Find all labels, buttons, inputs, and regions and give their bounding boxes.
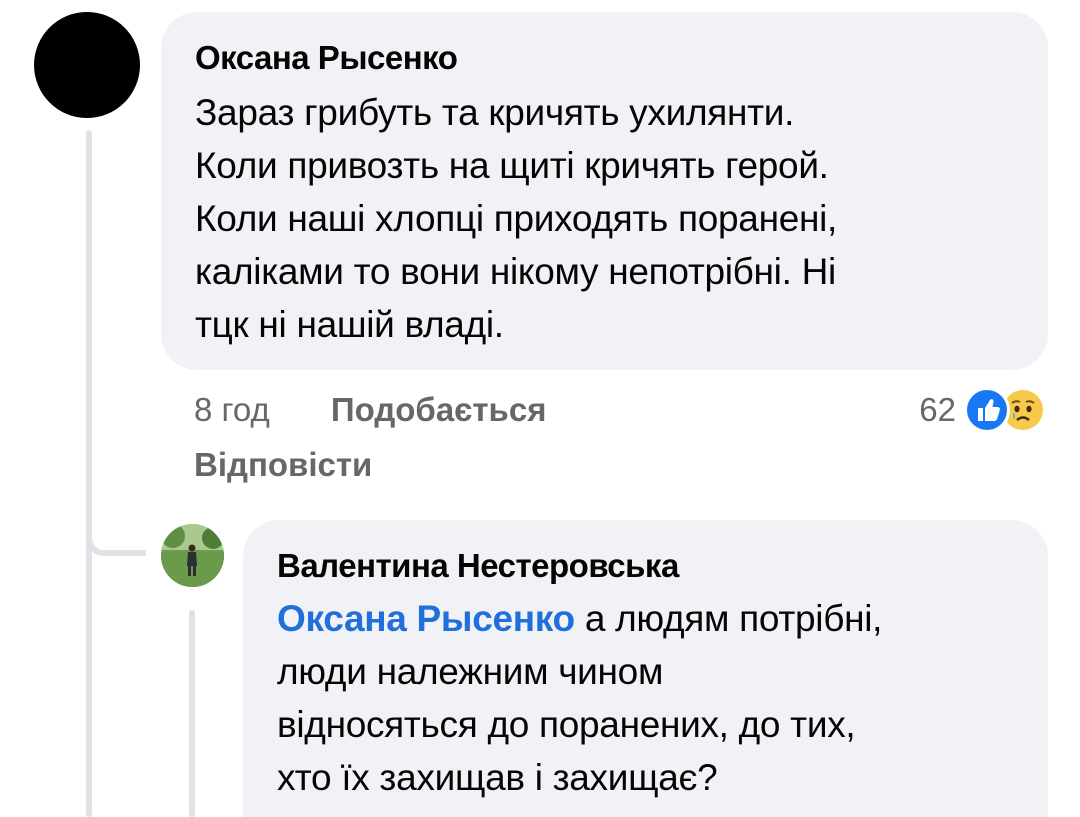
comment-text: Зараз грибуть та кричять ухилянти. Коли … (195, 92, 838, 345)
avatar[interactable] (34, 12, 140, 118)
reaction-count: 62 (919, 391, 956, 428)
reply-bubble: Валентина Нестеровська Оксана Рысенко а … (243, 520, 1048, 817)
comment-thread: Оксана Рысенко Зараз грибуть та кричять … (0, 0, 1080, 817)
reaction-summary[interactable]: 62 (919, 386, 1046, 434)
reply-thread-connector-line (189, 610, 195, 817)
comment-actions: 8 год Подобається (194, 386, 546, 434)
reply-author-name[interactable]: Валентина Нестеровська (277, 546, 1014, 586)
like-button[interactable]: Подобається (331, 391, 547, 428)
reply-text: Оксана Рысенко а людям потрібні, люди на… (277, 592, 1014, 804)
comment-timestamp[interactable]: 8 год (194, 391, 270, 428)
thread-connector-line (86, 130, 92, 817)
reply-avatar[interactable] (161, 524, 224, 587)
thread-connector-elbow (86, 510, 146, 556)
like-icon (964, 387, 1010, 433)
comment-bubble: Оксана Рысенко Зараз грибуть та кричять … (161, 12, 1048, 370)
comment-author-name[interactable]: Оксана Рысенко (195, 38, 1014, 78)
reply-button[interactable]: Відповісти (194, 441, 372, 489)
mention-link[interactable]: Оксана Рысенко (277, 598, 575, 639)
